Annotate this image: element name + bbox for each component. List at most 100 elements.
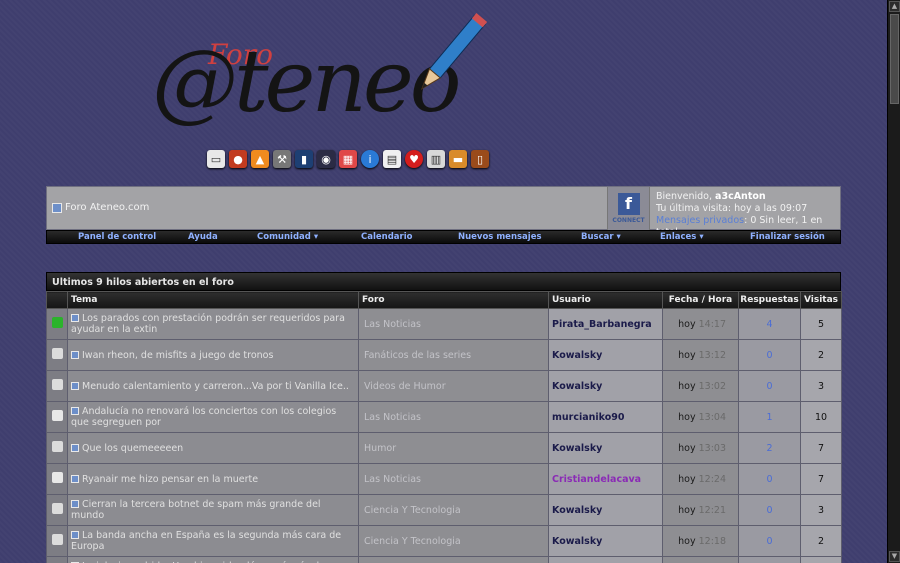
topic-title-cell[interactable]: Iwan rheon, de misfits a juego de tronos: [67, 339, 359, 371]
topic-forum-link[interactable]: Ciencia Y Tecnologia: [358, 525, 549, 557]
topic-forum-link[interactable]: Las Noticias: [358, 556, 549, 563]
topic-title-link[interactable]: Menudo calentamiento y carreron...Va por…: [82, 381, 349, 392]
topic-replies-link[interactable]: 0: [738, 525, 801, 557]
book-icon[interactable]: ▤: [383, 150, 401, 168]
topic-replies-link[interactable]: 0: [738, 370, 801, 402]
hammer-icon[interactable]: ⚒: [273, 150, 291, 168]
column-respuestas[interactable]: Respuestas: [738, 291, 801, 309]
topic-replies-link[interactable]: 0: [738, 339, 801, 371]
topic-title-cell[interactable]: Cierran la tercera botnet de spam más gr…: [67, 494, 359, 526]
topic-replies-link[interactable]: 0: [738, 494, 801, 526]
topic-title-link[interactable]: Cierran la tercera botnet de spam más gr…: [71, 499, 321, 521]
nav-panel-de-control[interactable]: Panel de control: [78, 232, 156, 242]
topic-status-icon: [46, 494, 68, 526]
table-row: Cierran la tercera botnet de spam más gr…: [46, 494, 842, 526]
topic-title-cell[interactable]: Menudo calentamiento y carreron...Va por…: [67, 370, 359, 402]
newspaper-icon[interactable]: ▥: [427, 150, 445, 168]
cone-icon[interactable]: ▲: [251, 150, 269, 168]
topic-datetime: hoy 13:02: [662, 370, 739, 402]
column-foro[interactable]: Foro: [358, 291, 549, 309]
topic-forum-link[interactable]: Fanáticos de las series: [358, 339, 549, 371]
new-post-icon: [71, 314, 79, 322]
calendar-icon[interactable]: ▦: [339, 150, 357, 168]
topic-forum-link[interactable]: Las Noticias: [358, 308, 549, 340]
thread-status-icon: [51, 317, 63, 328]
scroll-thumb[interactable]: [890, 14, 899, 104]
disk-icon[interactable]: ◉: [317, 150, 335, 168]
username-link[interactable]: a3cAnton: [715, 191, 766, 202]
home-breadcrumb[interactable]: Foro Ateneo.com: [52, 202, 149, 213]
scroll-down-arrow[interactable]: ▼: [889, 551, 900, 562]
home-link[interactable]: Foro Ateneo.com: [65, 202, 149, 213]
heart-icon[interactable]: ♥: [405, 150, 423, 168]
topic-forum-link[interactable]: Ciencia Y Tecnologia: [358, 494, 549, 526]
latest-topics-title: Ultimos 9 hilos abiertos en el foro: [46, 272, 841, 291]
topic-title-cell[interactable]: Que los quemeeeeen: [67, 432, 359, 464]
column-tema[interactable]: Tema: [67, 291, 359, 309]
topic-title-link[interactable]: La banda ancha en España es la segunda m…: [71, 530, 341, 552]
topic-user-link[interactable]: Kowalsky: [548, 370, 663, 402]
new-post-icon: [71, 474, 79, 483]
nav-ayuda[interactable]: Ayuda: [188, 232, 218, 242]
topic-forum-link[interactable]: Las Noticias: [358, 401, 549, 433]
film-icon[interactable]: ▮: [295, 150, 313, 168]
topic-title-link[interactable]: Andalucía no renovará los conciertos con…: [71, 406, 336, 428]
vertical-scrollbar[interactable]: ▲ ▼: [887, 0, 900, 563]
forum-logo[interactable]: Foro @teneo: [60, 5, 488, 155]
private-messages-link[interactable]: Mensajes privados: [656, 215, 744, 226]
column-fecha-hora[interactable]: Fecha / Hora: [662, 291, 739, 309]
topic-user-link[interactable]: Pirata_Barbanegra: [548, 308, 663, 340]
topic-title-link[interactable]: Ryanair me hizo pensar en la muerte: [82, 474, 258, 485]
topic-user-link[interactable]: Kowalsky: [548, 525, 663, 557]
info-icon[interactable]: i: [361, 150, 379, 168]
topic-user-link[interactable]: dai-kiri: [548, 556, 663, 563]
topic-title-cell[interactable]: Andalucía no renovará los conciertos con…: [67, 401, 359, 433]
topic-replies-link[interactable]: 1: [738, 401, 801, 433]
topic-user-link[interactable]: Kowalsky: [548, 494, 663, 526]
topic-title-cell[interactable]: Ryanair me hizo pensar en la muerte: [67, 463, 359, 495]
topic-title-cell[interactable]: La banda ancha en España es la segunda m…: [67, 525, 359, 557]
topic-title-link[interactable]: Que los quemeeeeen: [82, 443, 183, 454]
topic-forum-link[interactable]: Las Noticias: [358, 463, 549, 495]
topic-title-link[interactable]: Iwan rheon, de misfits a juego de tronos: [82, 350, 273, 361]
topic-status-icon: [46, 463, 68, 495]
nav-finalizar-sesion[interactable]: Finalizar sesión: [750, 232, 825, 242]
topic-title-cell[interactable]: La iglesia podrida: Un obispo irlandés p…: [67, 556, 359, 563]
topic-datetime: hoy 12:18: [662, 525, 739, 557]
column-usuario[interactable]: Usuario: [548, 291, 663, 309]
column-visitas[interactable]: Visitas: [800, 291, 842, 309]
scroll-up-arrow[interactable]: ▲: [889, 1, 900, 12]
topic-day: hoy: [678, 535, 696, 547]
nav-buscar[interactable]: Buscar ▾: [581, 232, 621, 242]
topic-replies-link[interactable]: 2: [738, 432, 801, 464]
topic-forum-link[interactable]: Videos de Humor: [358, 370, 549, 402]
topic-forum-link[interactable]: Humor: [358, 432, 549, 464]
door-icon[interactable]: ▯: [471, 150, 489, 168]
topic-user-link[interactable]: Cristiandelacava: [548, 463, 663, 495]
topic-views: 7: [800, 432, 842, 464]
nav-enlaces[interactable]: Enlaces ▾: [660, 232, 704, 242]
nav-calendario[interactable]: Calendario: [361, 232, 412, 242]
topic-user-link[interactable]: Kowalsky: [548, 432, 663, 464]
topic-user-link[interactable]: murcianiko90: [548, 401, 663, 433]
table-row: La banda ancha en España es la segunda m…: [46, 525, 842, 557]
topic-time: 12:18: [698, 535, 726, 547]
topic-title-cell[interactable]: Los parados con prestación podrán ser re…: [67, 308, 359, 340]
photo-icon[interactable]: ▬: [449, 150, 467, 168]
nav-nuevos-mensajes[interactable]: Nuevos mensajes: [458, 232, 542, 242]
new-post-icon: [71, 500, 79, 508]
topic-replies-link[interactable]: 0: [738, 463, 801, 495]
topic-status-icon: [46, 525, 68, 557]
thread-status-icon: [51, 441, 63, 452]
nav-comunidad[interactable]: Comunidad ▾: [257, 232, 318, 242]
latest-topics-table: Tema Foro Usuario Fecha / Hora Respuesta…: [46, 291, 842, 563]
new-post-icon: [71, 531, 79, 539]
window-icon[interactable]: ▭: [207, 150, 225, 168]
facebook-connect-button[interactable]: f CONNECT: [607, 187, 650, 230]
topic-replies-link[interactable]: 4: [738, 308, 801, 340]
ladybug-icon[interactable]: ●: [229, 150, 247, 168]
topic-user-link[interactable]: Kowalsky: [548, 339, 663, 371]
topic-time: 13:03: [698, 442, 726, 454]
topic-title-link[interactable]: Los parados con prestación podrán ser re…: [71, 313, 345, 335]
topic-replies-link[interactable]: 3: [738, 556, 801, 563]
